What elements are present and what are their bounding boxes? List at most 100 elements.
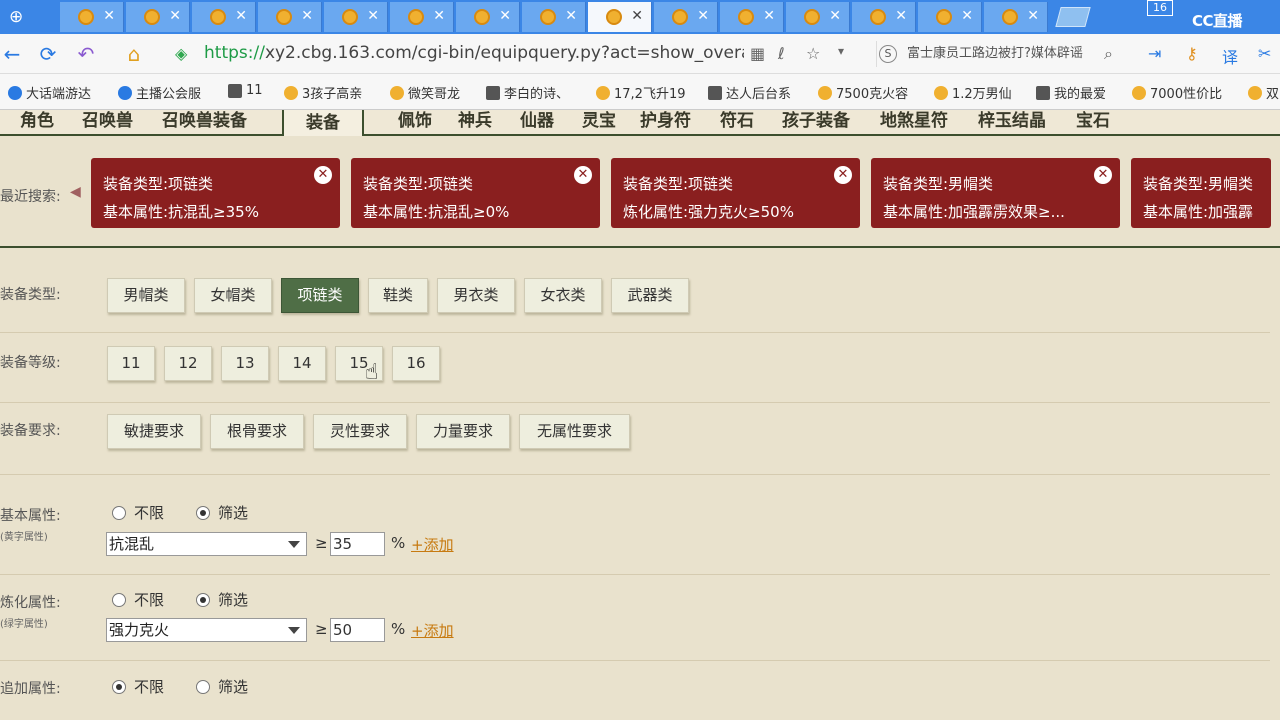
close-icon[interactable]: ✕ xyxy=(1027,8,1039,24)
level-option[interactable]: 11 xyxy=(107,346,155,381)
close-icon[interactable]: ✕ xyxy=(367,8,379,24)
browser-tab[interactable]: ✕ xyxy=(324,2,388,32)
bookmark[interactable]: 7000性价比 xyxy=(1132,83,1222,102)
browser-tab[interactable]: ✕ xyxy=(786,2,850,32)
browser-tab[interactable]: ✕ xyxy=(720,2,784,32)
type-option[interactable]: 武器类 xyxy=(611,278,689,313)
basic-unlimited-radio[interactable]: 不限 xyxy=(112,502,164,523)
close-icon[interactable]: ✕ xyxy=(834,166,852,184)
req-option[interactable]: 敏捷要求 xyxy=(107,414,201,449)
req-option[interactable]: 灵性要求 xyxy=(313,414,407,449)
recent-search-card[interactable]: ✕ 装备类型:项链类 炼化属性:强力克火≥50% xyxy=(611,158,860,228)
close-icon[interactable]: ✕ xyxy=(961,8,973,24)
close-icon[interactable]: ✕ xyxy=(1094,166,1112,184)
close-icon[interactable]: ✕ xyxy=(895,8,907,24)
back-icon[interactable]: ← xyxy=(0,42,24,66)
bookmark[interactable]: 7500克火容 xyxy=(818,83,908,102)
req-option[interactable]: 根骨要求 xyxy=(210,414,304,449)
bookmark-folder[interactable]: 我的最爱 xyxy=(1036,83,1106,102)
tab-summon-equip[interactable]: 召唤兽装备 xyxy=(162,110,247,131)
bookmark[interactable]: 11 xyxy=(228,83,263,98)
tab-equipment[interactable]: 装备 xyxy=(282,110,364,136)
type-option[interactable]: 女帽类 xyxy=(194,278,272,313)
tab-count-badge[interactable]: 16 xyxy=(1147,0,1173,16)
tab-amulet[interactable]: 护身符 xyxy=(640,110,691,131)
recent-search-card[interactable]: 装备类型:男帽类 基本属性:加强霹 xyxy=(1131,158,1271,228)
extra-unlimited-radio[interactable]: 不限 xyxy=(112,676,164,697)
chevron-down-icon[interactable]: ▾ xyxy=(838,44,844,58)
tab-accessory[interactable]: 佩饰 xyxy=(398,110,432,131)
tab-role[interactable]: 角色 xyxy=(20,110,54,131)
browser-tab[interactable]: ✕ xyxy=(852,2,916,32)
type-option[interactable]: 男帽类 xyxy=(107,278,185,313)
browser-tab[interactable]: ✕ xyxy=(258,2,322,32)
bookmark[interactable]: 李白的诗、 xyxy=(486,83,569,102)
undo-icon[interactable]: ↶ xyxy=(74,42,98,66)
bookmark[interactable]: 主播公会服 xyxy=(118,83,201,102)
bookmark[interactable]: 达人后台系 xyxy=(708,83,791,102)
extra-filter-radio[interactable]: 筛选 xyxy=(196,676,248,697)
close-icon[interactable]: ✕ xyxy=(499,8,511,24)
close-icon[interactable]: ✕ xyxy=(169,8,181,24)
level-option[interactable]: 16 xyxy=(392,346,440,381)
browser-tab[interactable]: ✕ xyxy=(126,2,190,32)
browser-tab[interactable]: ✕ xyxy=(60,2,124,32)
refine-filter-radio[interactable]: 筛选 xyxy=(196,589,248,610)
tab-rune[interactable]: 符石 xyxy=(720,110,754,131)
browser-tab-active[interactable]: ✕ xyxy=(588,2,652,32)
browser-tab[interactable]: ✕ xyxy=(192,2,256,32)
tab-star-talisman[interactable]: 地煞星符 xyxy=(880,110,948,131)
search-icon[interactable]: ⌕ xyxy=(1104,44,1113,64)
req-option[interactable]: 无属性要求 xyxy=(519,414,630,449)
req-option[interactable]: 力量要求 xyxy=(416,414,510,449)
key-icon[interactable]: ⚷ xyxy=(1186,44,1198,63)
recent-search-card[interactable]: ✕ 装备类型:项链类 基本属性:抗混乱≥35% xyxy=(91,158,340,228)
browser-tab[interactable]: ✕ xyxy=(654,2,718,32)
browser-tab[interactable]: ✕ xyxy=(918,2,982,32)
refine-attr-select[interactable]: 强力克火 xyxy=(106,618,307,642)
level-option[interactable]: 14 xyxy=(278,346,326,381)
recent-search-card[interactable]: ✕ 装备类型:男帽类 基本属性:加强霹雳效果≥... xyxy=(871,158,1120,228)
close-icon[interactable]: ✕ xyxy=(697,8,709,24)
bookmark[interactable]: 3孩子高亲 xyxy=(284,83,362,102)
globe-icon[interactable]: ⊕ xyxy=(9,7,29,27)
tab-artifact[interactable]: 仙器 xyxy=(520,110,554,131)
tab-spirit-treasure[interactable]: 灵宝 xyxy=(582,110,616,131)
close-icon[interactable]: ✕ xyxy=(235,8,247,24)
close-icon[interactable]: ✕ xyxy=(565,8,577,24)
chevron-left-icon[interactable]: ◀ xyxy=(70,184,81,200)
tab-divine-weapon[interactable]: 神兵 xyxy=(458,110,492,131)
bookmark[interactable]: 双 xyxy=(1248,83,1279,102)
type-option-selected[interactable]: 项链类 xyxy=(281,278,359,313)
search-box[interactable]: S 富士康员工路边被打?媒体辟谣 xyxy=(876,41,1126,67)
type-option[interactable]: 男衣类 xyxy=(437,278,515,313)
new-tab-button[interactable] xyxy=(1055,7,1091,27)
basic-attr-select[interactable]: 抗混乱 xyxy=(106,532,307,556)
close-icon[interactable]: ✕ xyxy=(103,8,115,24)
tab-gem[interactable]: 宝石 xyxy=(1076,110,1110,131)
tab-child-equip[interactable]: 孩子装备 xyxy=(782,110,850,131)
login-icon[interactable]: ⇥ xyxy=(1148,44,1161,63)
type-option[interactable]: 女衣类 xyxy=(524,278,602,313)
tab-summon[interactable]: 召唤兽 xyxy=(82,110,133,131)
add-refine-link[interactable]: +添加 xyxy=(411,620,454,641)
bookmark[interactable]: 1.2万男仙 xyxy=(934,83,1012,102)
close-icon[interactable]: ✕ xyxy=(829,8,841,24)
basic-value-input[interactable]: 35 xyxy=(330,532,385,556)
close-icon[interactable]: ✕ xyxy=(301,8,313,24)
home-icon[interactable]: ⌂ xyxy=(122,42,146,66)
close-icon[interactable]: ✕ xyxy=(314,166,332,184)
level-option[interactable]: 13 xyxy=(221,346,269,381)
bookmark[interactable]: 17,2飞升19 xyxy=(596,83,686,102)
close-icon[interactable]: ✕ xyxy=(763,8,775,24)
translate-icon[interactable]: 译 xyxy=(1222,44,1238,68)
reader-icon[interactable]: ℓ xyxy=(778,44,785,63)
refine-value-input[interactable]: 50 xyxy=(330,618,385,642)
close-icon[interactable]: ✕ xyxy=(631,8,643,24)
refresh-icon[interactable]: ⟳ xyxy=(36,42,60,66)
star-icon[interactable]: ☆ xyxy=(806,44,820,63)
close-icon[interactable]: ✕ xyxy=(574,166,592,184)
url-field[interactable]: https://xy2.cbg.163.com/cgi-bin/equipque… xyxy=(204,43,744,63)
level-option[interactable]: 12 xyxy=(164,346,212,381)
refine-unlimited-radio[interactable]: 不限 xyxy=(112,589,164,610)
